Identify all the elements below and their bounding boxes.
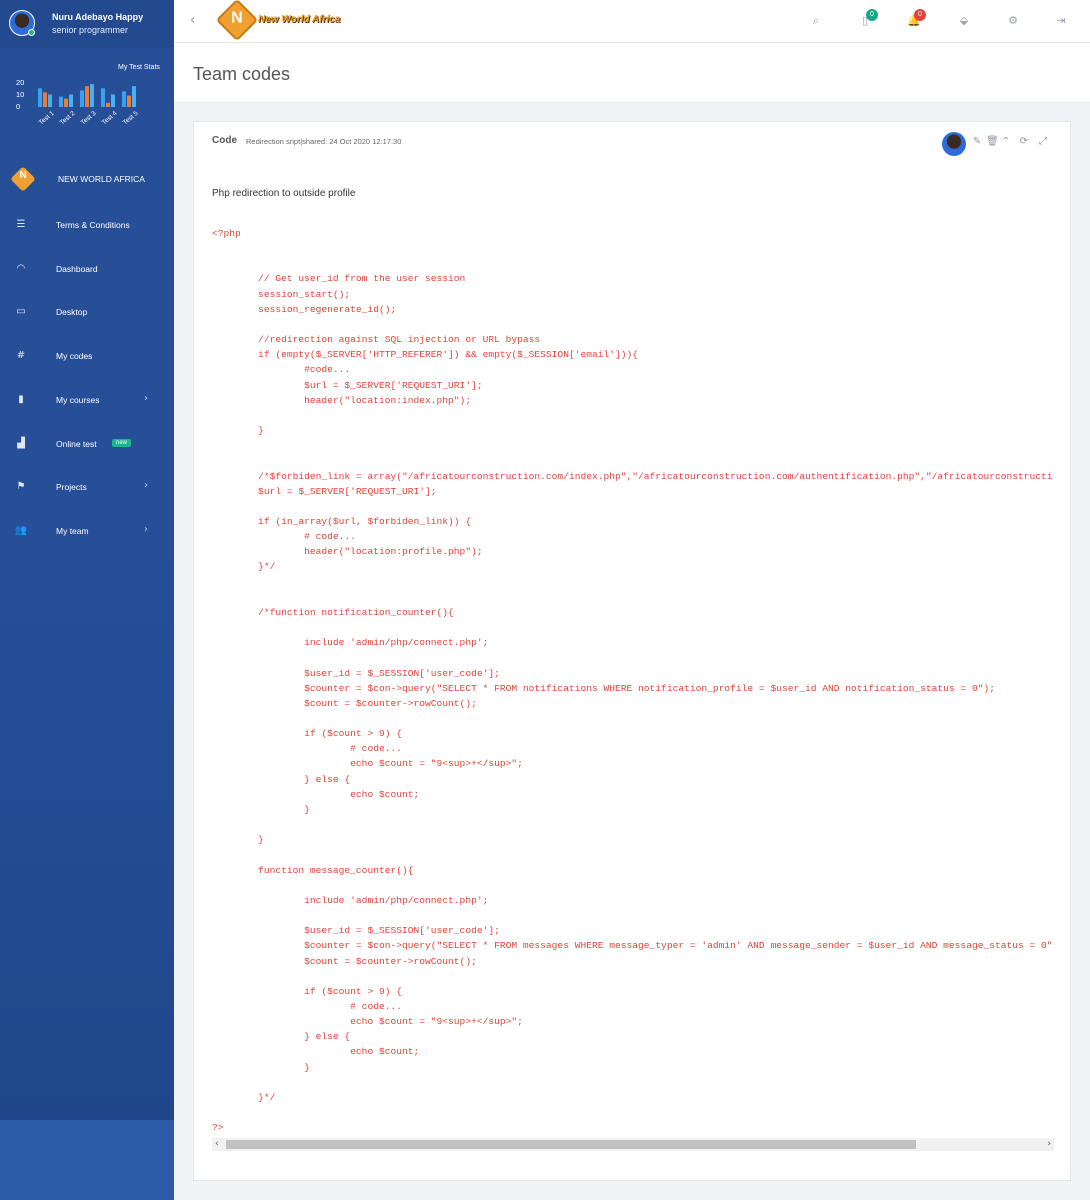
page-title: Team codes: [193, 64, 291, 84]
sidebar-item-label: Desktop: [56, 307, 88, 318]
user-role: senior programmer: [52, 25, 129, 35]
brand-label: NEW WORLD AFRICA: [58, 174, 145, 184]
scroll-right-icon[interactable]: ›: [1047, 1138, 1051, 1151]
tasks-count-badge: 0: [866, 9, 878, 21]
card-title: Code: [212, 135, 237, 146]
stats-title: My Test Stats: [118, 64, 160, 71]
logo-initial: N: [231, 9, 243, 27]
sidebar-item-label: My team: [56, 525, 89, 536]
chevron-right-icon: ›: [144, 392, 148, 404]
trash-icon[interactable]: 🗑: [986, 136, 999, 148]
user-name: Nuru Adebayo Happy: [52, 12, 144, 22]
settings-icon[interactable]: ⚙: [1005, 13, 1021, 29]
stats-bar: [38, 88, 42, 107]
back-button[interactable]: ‹: [190, 13, 195, 28]
sidebar-item-label: Online test: [56, 438, 97, 449]
sidebar-item-label: My courses: [56, 394, 100, 405]
chevron-right-icon: ›: [144, 523, 148, 535]
logo-text[interactable]: New World Africa: [258, 14, 340, 25]
stats-bar: [80, 90, 84, 107]
x-tick-label: Test 3: [80, 110, 98, 127]
sidebar-item-label: My codes: [56, 351, 93, 362]
users-icon: 👥: [14, 524, 28, 536]
x-tick-label: Test 2: [59, 110, 77, 127]
stats-bar: [122, 91, 126, 107]
stats-bar: [69, 94, 73, 107]
code-card: Code Redirection sript|shared: 24 Oct 20…: [193, 121, 1071, 1181]
search-icon[interactable]: ⌕: [808, 13, 824, 29]
scroll-left-icon[interactable]: ‹: [215, 1138, 219, 1151]
new-badge: new: [112, 438, 132, 447]
sidebar-item-label: Projects: [56, 482, 87, 493]
sidebar-item-my-team[interactable]: 👥 My team ›: [0, 514, 174, 548]
gauge-icon: ◠: [16, 262, 26, 274]
sidebar-item-projects[interactable]: ⚑ Projects ›: [0, 470, 174, 504]
sidebar-item-online-test[interactable]: ▟ Online test new: [0, 427, 174, 461]
stats-bar: [85, 86, 89, 107]
author-avatar[interactable]: [942, 132, 966, 156]
logout-icon[interactable]: ⇥: [1053, 13, 1069, 29]
flag-icon: ⚑: [16, 481, 26, 493]
sidebar-footer: [0, 1120, 174, 1200]
list-icon: ☰: [16, 219, 26, 230]
x-tick-label: Test 1: [38, 110, 56, 127]
code-text: <?php // Get user_id from the user sessi…: [212, 228, 1052, 1134]
paint-bucket-icon[interactable]: ⬙: [956, 13, 972, 29]
notifications-count-badge: 0: [914, 9, 926, 21]
sidebar-item-desktop[interactable]: ▭ Desktop: [0, 295, 174, 329]
stats-bar: [132, 86, 136, 107]
sidebar-item-my-courses[interactable]: ▮ My courses ›: [0, 383, 174, 417]
online-status-icon: [28, 29, 35, 36]
scrollbar-thumb[interactable]: [226, 1140, 916, 1149]
stats-bar: [106, 102, 110, 107]
x-tick-label: Test 4: [101, 110, 119, 127]
stats-bar: [48, 94, 52, 107]
monitor-icon: ▭: [16, 306, 26, 318]
chevron-up-icon[interactable]: ⌃: [1000, 136, 1012, 148]
stats-bar: [90, 84, 94, 107]
x-tick-label: Test 5: [122, 110, 140, 127]
hash-icon: #: [16, 350, 26, 362]
stats-bar: [43, 92, 47, 107]
sidebar-item-label: Terms & Conditions: [56, 220, 130, 230]
card-subtitle: Redirection sript|shared: 24 Oct 2020 12…: [246, 137, 402, 146]
page-title-bar: Team codes: [174, 43, 1090, 103]
brand-initial: N: [19, 170, 27, 182]
chevron-right-icon: ›: [144, 480, 148, 492]
top-bar: ‹ N New World Africa ⌕ ▯ 0 🔔 0 ⬙ ⚙ ⇥: [174, 0, 1090, 43]
refresh-icon[interactable]: ⟳: [1018, 136, 1030, 148]
logo-icon[interactable]: N: [215, 0, 259, 42]
code-description: Php redirection to outside profile: [212, 188, 356, 199]
brand-row[interactable]: N NEW WORLD AFRICA: [0, 162, 174, 196]
y-tick-label: 10: [16, 90, 24, 99]
stats-bar: [59, 96, 63, 107]
stats-bar: [111, 94, 115, 107]
user-profile[interactable]: Nuru Adebayo Happy senior programmer: [0, 0, 174, 48]
code-block[interactable]: <?php // Get user_id from the user sessi…: [212, 226, 1052, 1136]
bookmark-icon: ▮: [18, 393, 24, 405]
edit-icon[interactable]: ✎: [971, 136, 983, 148]
sidebar-item-dashboard[interactable]: ◠ Dashboard: [0, 252, 174, 286]
sidebar-item-my-codes[interactable]: # My codes: [0, 339, 174, 373]
expand-icon[interactable]: ⤢: [1037, 136, 1049, 148]
y-tick-label: 0: [16, 102, 20, 111]
horizontal-scrollbar[interactable]: ‹ ›: [212, 1138, 1054, 1151]
sidebar-item-label: Dashboard: [56, 263, 98, 274]
bar-chart-icon: ▟: [17, 437, 25, 449]
stats-bar: [127, 95, 131, 107]
sidebar: Nuru Adebayo Happy senior programmer My …: [0, 0, 174, 1200]
brand-logo-icon: N: [10, 166, 36, 192]
test-stats-chart: 20 10 0 Test 1 Test 2 Test 3 Test 4 Test 5: [16, 78, 140, 127]
sidebar-item-terms-conditions[interactable]: ☰ Terms & Conditions: [0, 208, 174, 242]
stats-bar: [101, 88, 105, 107]
y-tick-label: 20: [16, 78, 24, 87]
stats-bar: [64, 98, 68, 107]
